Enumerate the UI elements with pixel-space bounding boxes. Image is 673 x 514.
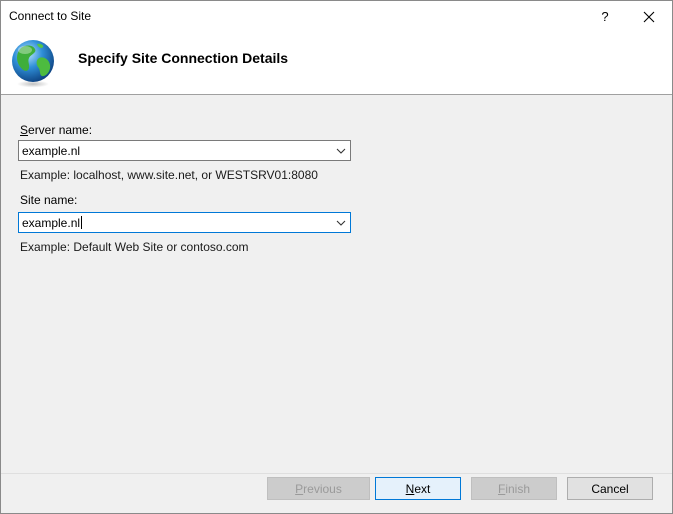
globe-icon [12,40,54,88]
connect-to-site-dialog: Connect to Site ? Specify Site Connectio… [0,0,673,514]
footer-divider [1,473,672,474]
form-area: Server name: example.nl Example: localho… [1,95,672,473]
page-title: Specify Site Connection Details [78,50,289,66]
site-name-combobox[interactable]: example.nl [18,212,351,233]
chevron-down-icon[interactable] [335,145,347,157]
close-button[interactable] [629,1,669,32]
server-name-combobox[interactable]: example.nl [18,140,351,161]
help-button[interactable]: ? [587,1,623,32]
server-name-value: example.nl [22,144,81,158]
close-icon [643,11,655,22]
wizard-header: Specify Site Connection Details [1,32,672,95]
site-name-hint: Example: Default Web Site or contoso.com [20,240,249,254]
site-name-label: Site name: [20,193,78,207]
server-name-label: Server name: [20,123,93,137]
next-button[interactable]: Next [375,477,461,500]
help-icon: ? [601,9,609,24]
window-title: Connect to Site [9,9,92,23]
title-bar: Connect to Site ? [1,1,672,32]
cancel-button[interactable]: Cancel [567,477,653,500]
previous-button[interactable]: Previous [267,477,370,500]
server-name-hint: Example: localhost, www.site.net, or WES… [20,168,318,182]
finish-button[interactable]: Finish [471,477,557,500]
text-cursor [81,216,83,229]
site-name-value: example.nl [22,216,83,230]
chevron-down-icon[interactable] [335,217,347,229]
